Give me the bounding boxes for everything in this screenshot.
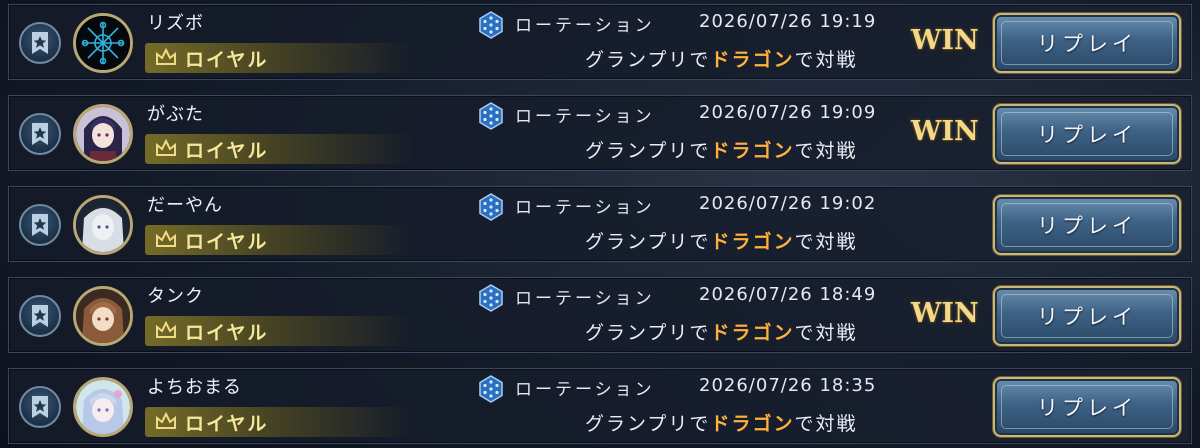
match-datetime: 2026/07/26 19:02 [699,193,877,214]
replay-button[interactable]: リプレイ [993,377,1181,437]
match-description: グランプリでドラゴンで対戦 [585,45,857,72]
player-avatar [73,13,133,73]
pastel-haired-girl-avatar [76,380,130,434]
class-badge: ロイヤル [145,316,415,346]
match-history-list: リズボ ロイヤル ローテーション 2026/07/26 19:19 グランプリで… [0,0,1200,448]
crown-icon [156,139,176,156]
desc-prefix: グランプリで [585,140,711,162]
format-label: ローテーション [515,198,655,218]
format-label: ローテーション [515,16,655,36]
bookmark-star-icon[interactable] [19,22,61,64]
match-datetime: 2026/07/26 18:49 [699,284,877,305]
player-avatar [73,377,133,437]
match-datetime: 2026/07/26 19:09 [699,102,877,123]
replay-button[interactable]: リプレイ [993,104,1181,164]
desc-prefix: グランプリで [585,49,711,71]
rotation-hexagon-icon [479,375,503,403]
dark-haired-girl-avatar [76,107,130,161]
format-label: ローテーション [515,289,655,309]
crown-icon [156,412,176,429]
desc-suffix: で対戦 [794,322,858,344]
match-row: だーやん ロイヤル ローテーション 2026/07/26 19:02 グランプリ… [8,186,1192,262]
bookmark-star-icon[interactable] [19,113,61,155]
class-label: ロイヤル [185,140,269,162]
match-description: グランプリでドラゴンで対戦 [585,136,857,163]
match-row: タンク ロイヤル ローテーション 2026/07/26 18:49 グランプリで… [8,277,1192,353]
result-label: WIN [911,298,979,329]
opponent-class: ドラゴン [710,140,795,162]
opponent-class: ドラゴン [710,413,795,435]
desc-prefix: グランプリで [585,413,711,435]
player-name: だーやん [147,195,223,216]
player-name: タンク [147,286,204,307]
desc-suffix: で対戦 [794,231,858,253]
replay-button-label: リプレイ [1037,396,1137,420]
class-badge: ロイヤル [145,43,415,73]
player-avatar [73,195,133,255]
desc-prefix: グランプリで [585,322,711,344]
class-label: ロイヤル [185,49,269,71]
snowflake-emblem-avatar [76,16,130,70]
rotation-hexagon-icon [479,102,503,130]
bookmark-star-icon[interactable] [19,295,61,337]
player-avatar [73,286,133,346]
match-datetime: 2026/07/26 18:35 [699,375,877,396]
opponent-class: ドラゴン [710,322,795,344]
bookmark-star-icon[interactable] [19,204,61,246]
match-row: リズボ ロイヤル ローテーション 2026/07/26 19:19 グランプリで… [8,4,1192,80]
opponent-class: ドラゴン [710,231,795,253]
class-label: ロイヤル [185,231,269,253]
replay-button-label: リプレイ [1037,32,1137,56]
match-datetime: 2026/07/26 19:19 [699,11,877,32]
crown-icon [156,321,176,338]
match-row: がぶた ロイヤル ローテーション 2026/07/26 19:09 グランプリで… [8,95,1192,171]
brown-haired-girl-avatar [76,289,130,343]
class-label: ロイヤル [185,413,269,435]
bookmark-star-icon[interactable] [19,386,61,428]
class-badge: ロイヤル [145,225,415,255]
replay-button-label: リプレイ [1037,123,1137,147]
opponent-class: ドラゴン [710,49,795,71]
desc-suffix: で対戦 [794,413,858,435]
rotation-hexagon-icon [479,193,503,221]
desc-suffix: で対戦 [794,140,858,162]
result-label: WIN [911,116,979,147]
crown-icon [156,48,176,65]
replay-button-label: リプレイ [1037,305,1137,329]
match-description: グランプリでドラゴンで対戦 [585,409,857,436]
class-label: ロイヤル [185,322,269,344]
replay-button-label: リプレイ [1037,214,1137,238]
desc-prefix: グランプリで [585,231,711,253]
player-avatar [73,104,133,164]
player-name: がぶた [147,104,204,125]
silver-haired-girl-avatar [76,198,130,252]
replay-button[interactable]: リプレイ [993,195,1181,255]
format-label: ローテーション [515,380,655,400]
class-badge: ロイヤル [145,134,415,164]
rotation-hexagon-icon [479,284,503,312]
match-row: よちおまる ロイヤル ローテーション 2026/07/26 18:35 グランプ… [8,368,1192,444]
result-label: WIN [911,25,979,56]
format-label: ローテーション [515,107,655,127]
replay-button[interactable]: リプレイ [993,286,1181,346]
match-description: グランプリでドラゴンで対戦 [585,227,857,254]
match-description: グランプリでドラゴンで対戦 [585,318,857,345]
crown-icon [156,230,176,247]
desc-suffix: で対戦 [794,49,858,71]
player-name: よちおまる [147,377,242,398]
class-badge: ロイヤル [145,407,415,437]
player-name: リズボ [147,13,204,34]
rotation-hexagon-icon [479,11,503,39]
replay-button[interactable]: リプレイ [993,13,1181,73]
